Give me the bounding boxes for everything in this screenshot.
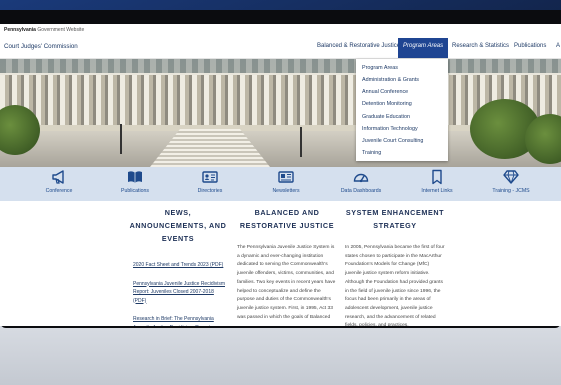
megaphone-icon [52, 170, 64, 184]
contact-card-icon [202, 171, 218, 183]
dropdown-item-administration-grants[interactable]: Administration & Grants [362, 77, 419, 83]
diamond-icon [503, 170, 519, 184]
strategy-heading: SYSTEM ENHANCEMENT STRATEGY [345, 208, 445, 230]
balanced-justice-heading: BALANCED AND RESTORATIVE JUSTICE [239, 208, 335, 230]
quick-link-conference[interactable]: Conference [24, 169, 94, 199]
bookmark-icon [432, 169, 442, 185]
news-column: NEWS, ANNOUNCEMENTS, AND EVENTS 2020 Fac… [128, 206, 228, 326]
balanced-justice-body: The Pennsylvania Juvenile Justice System… [237, 245, 336, 320]
newspaper-icon [278, 171, 294, 183]
hero-lamp [300, 127, 302, 157]
news-link-fact-sheet[interactable]: 2020 Fact Sheet and Trends 2023 (PDF) [133, 261, 228, 270]
site-title[interactable]: Court Judges' Commission [4, 43, 78, 50]
backdrop-floor [0, 326, 561, 385]
program-areas-dropdown: Program Areas Administration & Grants An… [356, 59, 448, 161]
dropdown-item-detention-monitoring[interactable]: Detention Monitoring [362, 101, 412, 107]
nav-program-areas[interactable]: Program Areas [398, 38, 448, 58]
nav-research-statistics[interactable]: Research & Statistics [452, 43, 509, 49]
gov-bar-brand: Pennsylvania [4, 27, 36, 33]
dropdown-item-graduate-education[interactable]: Graduate Education [362, 114, 410, 120]
quick-link-label: Data Dashboards [340, 188, 382, 194]
dropdown-item-program-areas[interactable]: Program Areas [362, 65, 398, 71]
quick-link-publications[interactable]: Publications [100, 169, 170, 199]
balanced-justice-column: BALANCED AND RESTORATIVE JUSTICE The Pen… [237, 206, 337, 322]
news-heading: NEWS, ANNOUNCEMENTS, AND EVENTS [129, 208, 227, 243]
dropdown-item-information-technology[interactable]: Information Technology [362, 126, 418, 132]
quick-link-newsletters[interactable]: Newsletters [251, 169, 321, 199]
quick-links-bar: Conference Publications Directories News… [0, 167, 561, 201]
gov-bar-text: Government Website [37, 27, 85, 33]
quick-link-directories[interactable]: Directories [175, 169, 245, 199]
dropdown-item-training[interactable]: Training [362, 150, 381, 156]
hero-lamp [120, 124, 122, 154]
quick-link-label: Newsletters [272, 188, 300, 194]
quick-link-label: Internet Links [421, 188, 453, 194]
gov-bar: Pennsylvania Government Website [0, 24, 561, 35]
quick-link-data-dashboards[interactable]: Data Dashboards [326, 169, 396, 199]
quick-link-label: Conference [45, 188, 73, 194]
nav-publications[interactable]: Publications [514, 43, 546, 49]
nav-overflow-item[interactable]: A [556, 43, 560, 49]
quick-link-label: Publications [121, 188, 149, 194]
dropdown-item-juvenile-court-consulting[interactable]: Juvenile Court Consulting [362, 138, 423, 144]
dropdown-item-annual-conference[interactable]: Annual Conference [362, 89, 408, 95]
strategy-column: SYSTEM ENHANCEMENT STRATEGY In 2005, Pen… [345, 206, 445, 326]
quick-link-internet-links[interactable]: Internet Links [402, 169, 472, 199]
quick-link-label: Training - JCMS [492, 188, 530, 194]
browser-screen: Pennsylvania Government Website Court Ju… [0, 24, 561, 326]
strategy-body: In 2005, Pennsylvania became the first o… [345, 245, 445, 326]
hero-image [0, 59, 561, 167]
quick-link-label: Directories [197, 188, 223, 194]
news-link-research-in-brief[interactable]: Research in Brief: The Pennsylvania Juve… [133, 315, 228, 326]
nav-balanced-restorative-justice[interactable]: Balanced & Restorative Justice [317, 43, 400, 49]
gauge-icon [353, 173, 369, 183]
nav-program-areas-label: Program Areas [403, 43, 444, 49]
book-icon [128, 171, 142, 183]
news-link-recidivism-report[interactable]: Pennsylvania Juvenile Justice Recidivism… [133, 280, 228, 306]
monitor: Pennsylvania Government Website Court Ju… [0, 10, 561, 328]
quick-link-training-jcms[interactable]: Training - JCMS [476, 169, 546, 199]
main-nav: Court Judges' Commission Balanced & Rest… [0, 35, 561, 59]
